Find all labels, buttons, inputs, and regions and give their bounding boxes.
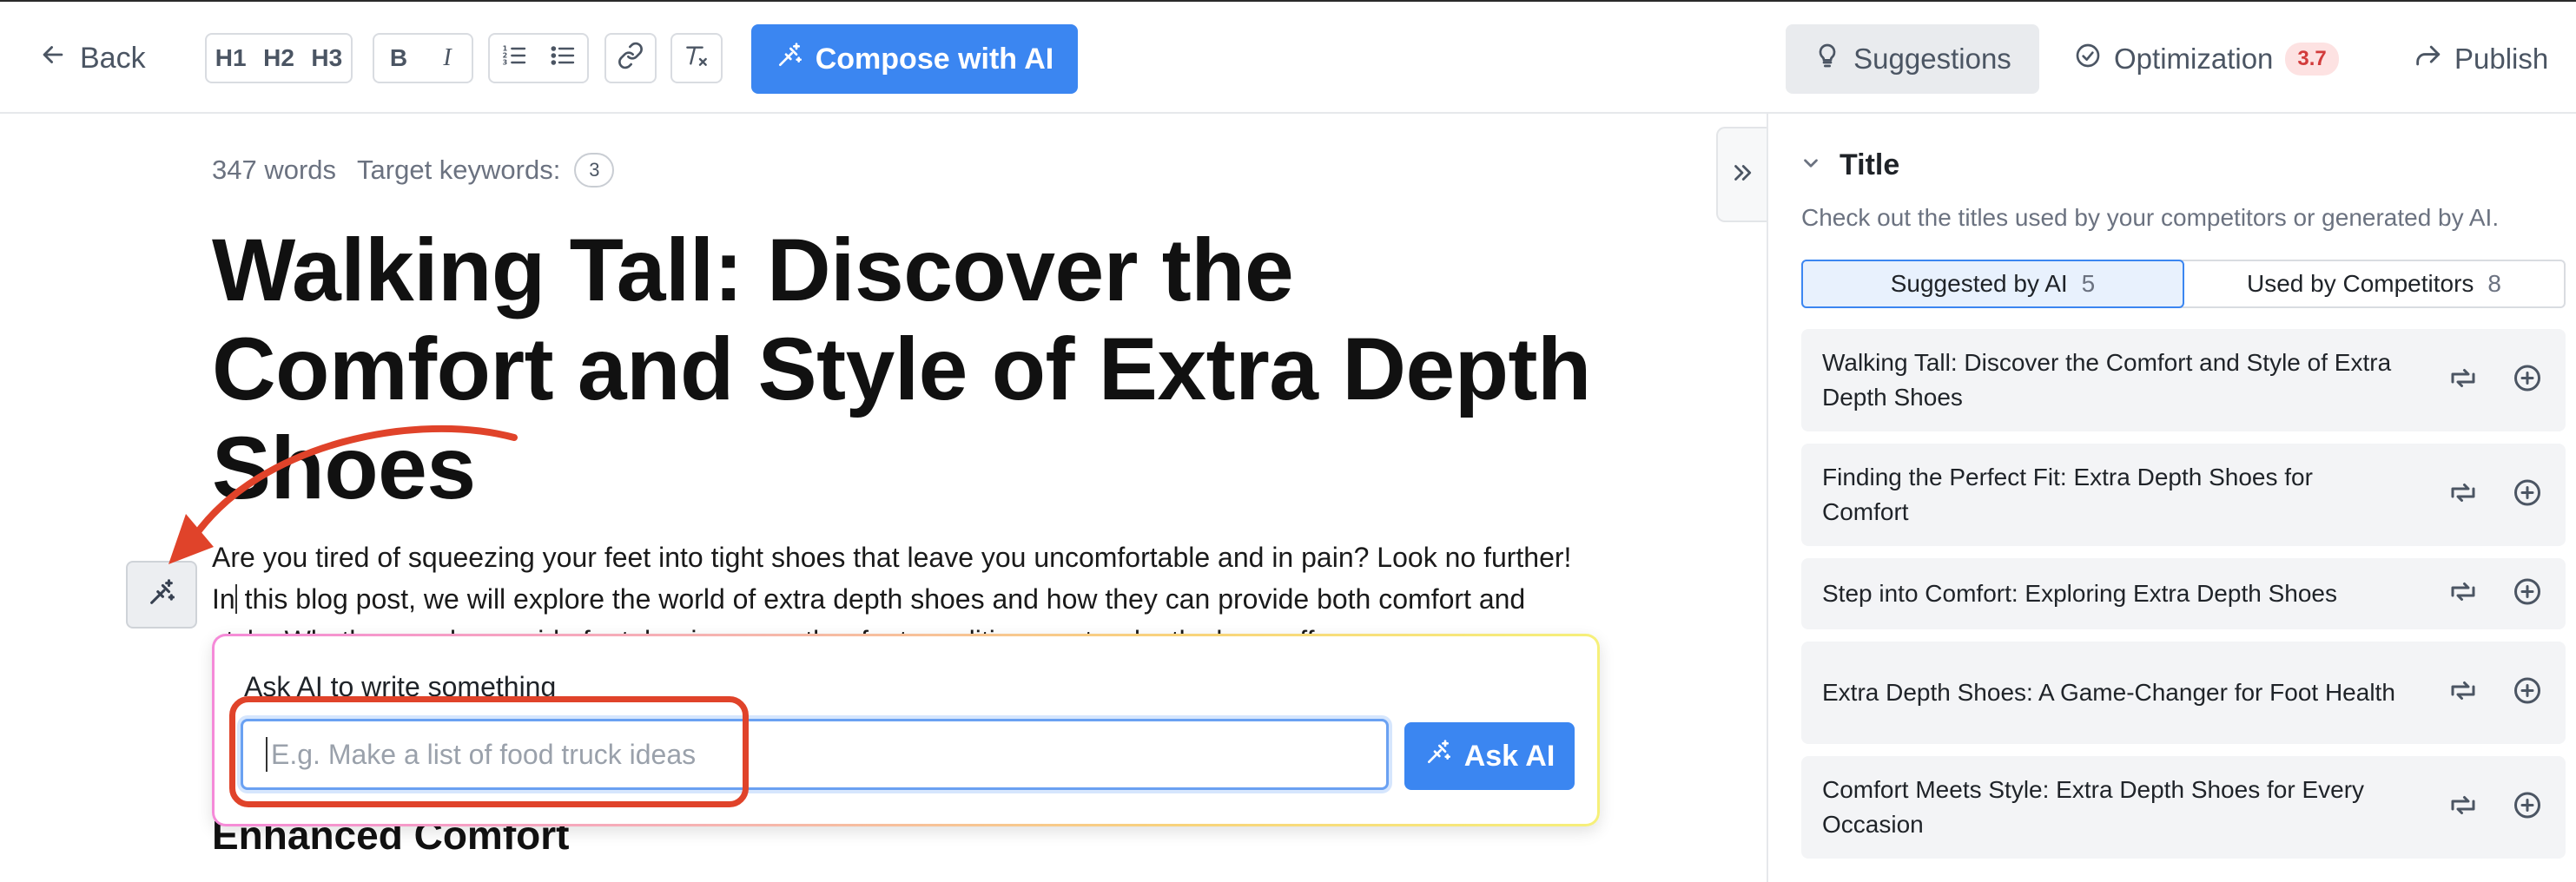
suggestion-text: Step into Comfort: Exploring Extra Depth…	[1822, 580, 2337, 607]
ask-ai-input-placeholder: E.g. Make a list of food truck ideas	[271, 738, 697, 770]
section-title: Title	[1840, 148, 1900, 181]
title-suggestion-card: Finding the Perfect Fit: Extra Depth Sho…	[1801, 444, 2566, 546]
suggestion-actions	[2447, 790, 2543, 826]
title-suggestion-card: Walking Tall: Discover the Comfort and S…	[1801, 329, 2566, 431]
optimization-button[interactable]: Optimization 3.7	[2074, 24, 2339, 94]
replace-icon[interactable]	[2447, 675, 2479, 711]
heading-3-label: H3	[311, 44, 343, 71]
optimization-score-badge: 3.7	[2285, 43, 2339, 76]
add-circle-icon[interactable]	[2512, 675, 2543, 711]
ordered-list-button[interactable]: 123	[490, 35, 538, 82]
replace-icon[interactable]	[2447, 363, 2479, 398]
ask-ai-popover-body: Ask AI to write something E.g. Make a li…	[215, 636, 1597, 824]
tab-label: Suggested by AI	[1890, 270, 2068, 297]
italic-button[interactable]: I	[423, 35, 472, 82]
magic-wand-icon	[1424, 739, 1452, 774]
suggestion-text: Extra Depth Shoes: A Game-Changer for Fo…	[1822, 679, 2395, 706]
title-suggestion-list: Walking Tall: Discover the Comfort and S…	[1801, 329, 2566, 871]
add-circle-icon[interactable]	[2512, 477, 2543, 513]
share-arrow-icon	[2413, 41, 2442, 77]
clear-format-icon	[683, 42, 710, 76]
title-source-tabs: Suggested by AI 5 Used by Competitors 8	[1801, 260, 2566, 308]
compose-with-ai-button[interactable]: Compose with AI	[751, 24, 1078, 94]
suggestion-actions	[2447, 363, 2543, 398]
compose-label: Compose with AI	[815, 42, 1054, 76]
collapse-sidebar-button[interactable]	[1716, 127, 1767, 222]
add-circle-icon[interactable]	[2512, 790, 2543, 826]
text-style-group: B I	[373, 33, 473, 83]
optimization-label: Optimization	[2114, 43, 2274, 75]
magic-wand-icon	[147, 578, 176, 612]
ask-ai-prompt-label: Ask AI to write something	[244, 671, 557, 702]
bold-label: B	[389, 44, 408, 71]
tab-count: 8	[2487, 270, 2501, 297]
add-circle-icon[interactable]	[2512, 363, 2543, 398]
target-keywords-count[interactable]: 3	[574, 153, 615, 188]
publish-label: Publish	[2454, 43, 2549, 75]
suggestion-text: Walking Tall: Discover the Comfort and S…	[1822, 349, 2392, 411]
replace-icon[interactable]	[2447, 576, 2479, 612]
list-format-group: 123	[488, 33, 589, 83]
editor-toolbar: Back H1 H2 H3 B I 123 Compose with AI Su…	[0, 0, 2576, 114]
ai-write-trigger-button[interactable]	[126, 561, 197, 629]
title-suggestion-card: Extra Depth Shoes: A Game-Changer for Fo…	[1801, 642, 2566, 744]
publish-button[interactable]: Publish	[2413, 24, 2548, 94]
clear-formatting-button[interactable]	[672, 35, 721, 82]
suggestions-button[interactable]: Suggestions	[1786, 24, 2039, 94]
tab-count: 5	[2081, 270, 2096, 297]
suggestion-actions	[2447, 477, 2543, 513]
link-icon	[617, 42, 644, 76]
ask-ai-button[interactable]: Ask AI	[1404, 722, 1575, 790]
back-label: Back	[80, 41, 146, 75]
heading-1-button[interactable]: H1	[207, 35, 254, 82]
clear-format-group	[670, 33, 723, 83]
target-keywords-label: Target keywords:	[357, 155, 561, 185]
heading-3-button[interactable]: H3	[303, 35, 351, 82]
suggestions-sidebar: Title Check out the titles used by your …	[1767, 114, 2576, 882]
link-group	[604, 33, 657, 83]
ask-ai-popover: Ask AI to write something E.g. Make a li…	[212, 634, 1600, 826]
magic-wand-icon	[776, 42, 803, 77]
svg-text:3: 3	[503, 58, 508, 66]
word-count: 347 words	[212, 155, 337, 185]
heading-2-button[interactable]: H2	[254, 35, 302, 82]
bullet-list-button[interactable]	[538, 35, 587, 82]
replace-icon[interactable]	[2447, 790, 2479, 826]
heading-1-label: H1	[215, 44, 247, 71]
document-title[interactable]: Walking Tall: Discover the Comfort and S…	[212, 220, 1619, 517]
tab-used-by-competitors[interactable]: Used by Competitors 8	[2184, 261, 2564, 306]
body-paragraph[interactable]: Are you tired of squeezing your feet int…	[212, 536, 1584, 634]
input-caret	[266, 737, 268, 772]
add-circle-icon[interactable]	[2512, 576, 2543, 612]
paragraph-text-after-cursor: this blog post, we will explore the worl…	[212, 583, 1526, 634]
replace-icon[interactable]	[2447, 477, 2479, 513]
heading-2-label: H2	[263, 44, 294, 71]
italic-label: I	[443, 44, 452, 71]
check-circle-icon	[2074, 42, 2102, 76]
back-button[interactable]: Back	[38, 36, 146, 80]
insert-link-button[interactable]	[606, 35, 655, 82]
suggestion-actions	[2447, 675, 2543, 711]
ask-ai-input[interactable]: E.g. Make a list of food truck ideas	[241, 719, 1389, 790]
suggestions-label: Suggestions	[1853, 43, 2011, 75]
title-suggestion-card: Comfort Meets Style: Extra Depth Shoes f…	[1801, 756, 2566, 859]
arrow-left-icon	[38, 40, 68, 77]
title-section-toggle[interactable]: Title	[1800, 148, 1899, 182]
chevron-down-icon	[1800, 148, 1822, 182]
suggestion-actions	[2447, 576, 2543, 612]
heading-format-group: H1 H2 H3	[205, 33, 353, 83]
document-meta: 347 words Target keywords: 3	[212, 153, 615, 188]
title-suggestion-card: Step into Comfort: Exploring Extra Depth…	[1801, 558, 2566, 629]
bullet-list-icon	[549, 42, 577, 76]
ordered-list-icon: 123	[500, 42, 528, 76]
tab-label: Used by Competitors	[2246, 270, 2474, 297]
lightbulb-icon	[1813, 42, 1841, 76]
chevrons-right-icon	[1729, 160, 1755, 190]
suggestion-text: Finding the Perfect Fit: Extra Depth Sho…	[1822, 464, 2313, 525]
suggestion-text: Comfort Meets Style: Extra Depth Shoes f…	[1822, 776, 2365, 838]
ask-ai-button-label: Ask AI	[1463, 739, 1556, 773]
section-description: Check out the titles used by your compet…	[1801, 204, 2500, 231]
bold-button[interactable]: B	[374, 35, 423, 82]
tab-suggested-by-ai[interactable]: Suggested by AI 5	[1801, 260, 2184, 308]
